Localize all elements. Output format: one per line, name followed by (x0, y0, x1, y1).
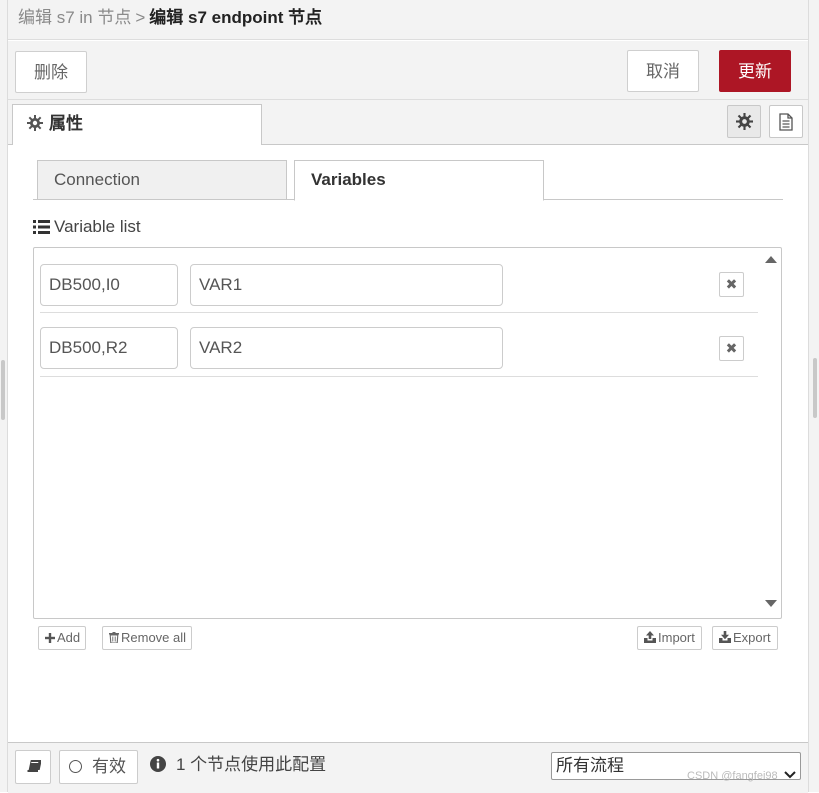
download-icon (719, 628, 731, 650)
left-resize-grip[interactable] (1, 360, 5, 420)
tab-properties[interactable]: 属性 (12, 104, 262, 145)
tray-toolbar: 删除 取消 更新 (8, 41, 808, 100)
tab-variables[interactable]: Variables (294, 160, 544, 201)
variable-name-input[interactable] (190, 327, 503, 369)
right-resize-grip[interactable] (813, 358, 817, 418)
variable-list-label: Variable list (54, 217, 141, 236)
upload-icon (644, 628, 656, 650)
config-usage-info: 1 个节点使用此配置 (150, 754, 326, 776)
variable-address-input[interactable] (40, 327, 178, 369)
document-icon (779, 113, 793, 131)
tab-connection[interactable]: Connection (37, 160, 287, 200)
left-panel-edge (0, 0, 8, 792)
edit-config-tray: 编辑 s7 in 节点 > 编辑 s7 endpoint 节点 删除 取消 更新 属… (8, 0, 808, 793)
scroll-down-arrow[interactable] (765, 600, 777, 607)
tray-footer: 有效 1 个节点使用此配置 所有流程 CSDN @fangfei98 (8, 742, 808, 793)
node-description-button[interactable] (769, 105, 803, 138)
plus-icon (45, 628, 55, 650)
gear-icon (27, 107, 43, 131)
variable-list-heading: Variable list (33, 217, 141, 237)
gear-icon (735, 113, 753, 130)
cancel-button[interactable]: 取消 (627, 50, 699, 92)
export-label: Export (733, 630, 771, 645)
update-button[interactable]: 更新 (719, 50, 791, 92)
remove-all-label: Remove all (121, 630, 187, 645)
usage-text: 1 个节点使用此配置 (176, 755, 327, 774)
tray-tab-bar: 属性 (8, 100, 808, 145)
enabled-label: 有效 (92, 757, 126, 776)
delete-button[interactable]: 删除 (15, 51, 87, 93)
right-panel-edge (808, 0, 819, 792)
tab-properties-label: 属性 (49, 114, 83, 133)
list-icon (33, 220, 50, 234)
remove-all-button[interactable]: Remove all (102, 626, 192, 650)
scope-select-value: 所有流程 (556, 756, 624, 775)
list-item: ✖ (40, 248, 758, 313)
remove-row-button[interactable]: ✖ (719, 272, 744, 297)
breadcrumb-previous[interactable]: 编辑 s7 in 节点 (18, 8, 131, 27)
remove-x-icon: ✖ (725, 340, 738, 356)
info-icon (150, 756, 166, 772)
variable-address-input[interactable] (40, 264, 178, 306)
breadcrumb-separator: > (135, 8, 146, 27)
export-button[interactable]: Export (712, 626, 778, 650)
variable-list[interactable]: ✖ ✖ (33, 247, 782, 619)
breadcrumb-current: 编辑 s7 endpoint 节点 (149, 8, 323, 27)
breadcrumb: 编辑 s7 in 节点 > 编辑 s7 endpoint 节点 (8, 0, 808, 40)
scroll-up-arrow[interactable] (765, 256, 777, 263)
chevron-down-icon (784, 761, 796, 787)
variable-name-input[interactable] (190, 264, 503, 306)
remove-row-button[interactable]: ✖ (719, 336, 744, 361)
list-item: ✖ (40, 312, 758, 377)
book-icon (27, 760, 42, 772)
add-variable-button[interactable]: Add (38, 626, 86, 650)
import-button[interactable]: Import (637, 626, 702, 650)
trash-icon (109, 628, 119, 650)
add-variable-label: Add (57, 630, 81, 645)
radio-circle-icon (69, 760, 82, 773)
help-book-button[interactable] (15, 750, 51, 784)
watermark: CSDN @fangfei98 (687, 770, 778, 782)
import-label: Import (658, 630, 695, 645)
node-settings-button[interactable] (727, 105, 761, 138)
remove-x-icon: ✖ (725, 276, 738, 292)
enabled-toggle[interactable]: 有效 (59, 750, 138, 784)
